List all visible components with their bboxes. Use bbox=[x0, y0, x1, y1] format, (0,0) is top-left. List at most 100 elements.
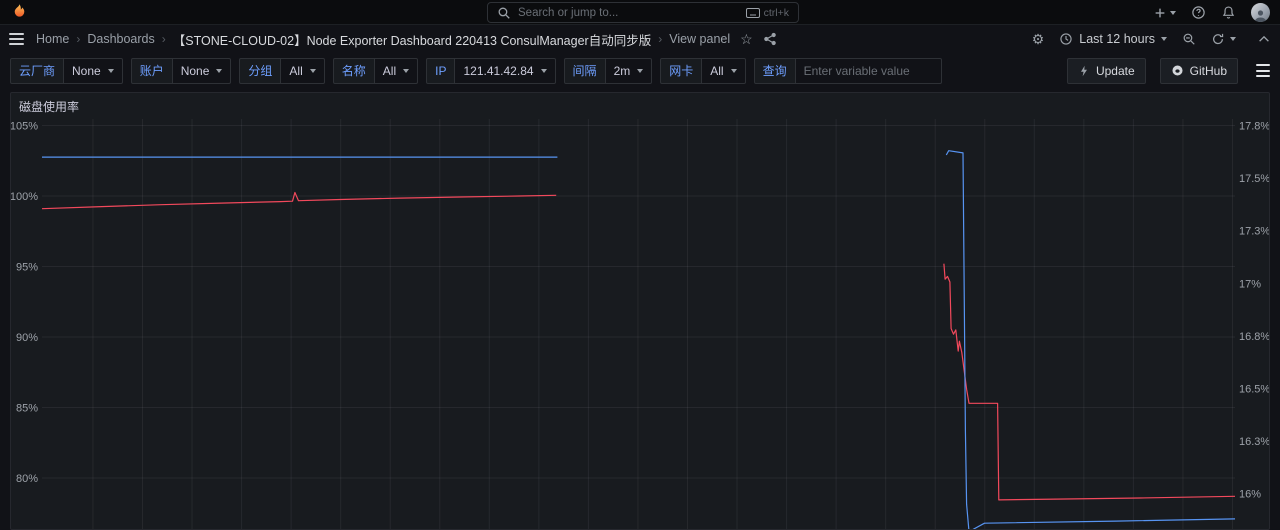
svg-text:95%: 95% bbox=[16, 262, 38, 274]
variable-value: None bbox=[72, 63, 101, 78]
dashboard-actions: ☆ bbox=[740, 32, 777, 46]
user-avatar[interactable] bbox=[1251, 3, 1270, 22]
breadcrumb-item-home[interactable]: Home bbox=[36, 32, 69, 46]
breadcrumb-item-view-panel: View panel bbox=[669, 32, 731, 46]
variable-interval: 间隔 2m bbox=[563, 57, 653, 84]
svg-text:90%: 90% bbox=[16, 332, 38, 344]
variable-value-dropdown[interactable]: None bbox=[64, 57, 123, 84]
refresh-icon bbox=[1211, 32, 1225, 46]
variable-value: 2m bbox=[613, 63, 631, 78]
keyboard-icon bbox=[745, 7, 760, 18]
variable-label: 间隔 bbox=[563, 57, 606, 84]
top-nav-actions bbox=[1153, 0, 1270, 25]
toolbar-right: ⚙ Last 12 hours bbox=[1032, 32, 1271, 46]
variable-value: All bbox=[289, 63, 303, 78]
variable-value-dropdown[interactable]: None bbox=[172, 57, 232, 84]
variable-network-card: 网卡 All bbox=[660, 57, 746, 84]
top-nav-bar: ctrl+k bbox=[0, 0, 1280, 25]
variable-value-dropdown[interactable]: All bbox=[281, 57, 325, 84]
svg-text:16%: 16% bbox=[1239, 489, 1261, 501]
refresh-interval-caret-icon[interactable] bbox=[1230, 37, 1236, 41]
svg-text:85%: 85% bbox=[16, 403, 38, 415]
timeseries-chart[interactable]: 105% 100% 95% 90% 85% 80% 17.8% 17.5% 17.3% 17% 16… bbox=[11, 93, 1269, 529]
dashboard-settings-gear-icon[interactable]: ⚙ bbox=[1032, 32, 1045, 46]
template-variables-bar: 云厂商 None 账户 None 分组 All 名称 All IP 121.41… bbox=[0, 57, 1280, 84]
search-shortcut: ctrl+k bbox=[745, 6, 789, 19]
variable-value: All bbox=[710, 63, 724, 78]
variable-label: 网卡 bbox=[660, 57, 703, 84]
svg-text:16.5%: 16.5% bbox=[1239, 384, 1269, 396]
variable-cloud-vendor: 云厂商 None bbox=[10, 57, 123, 84]
share-icon[interactable] bbox=[763, 32, 777, 46]
svg-text:16.8%: 16.8% bbox=[1239, 331, 1269, 343]
chevron-right-icon: › bbox=[658, 32, 663, 46]
caret-down-icon bbox=[637, 68, 644, 73]
variable-label: 账户 bbox=[130, 57, 173, 84]
mega-menu-toggle[interactable] bbox=[9, 33, 24, 45]
variable-value: None bbox=[180, 63, 210, 78]
variable-ip: IP 121.41.42.84 bbox=[426, 57, 556, 84]
caret-down-icon bbox=[107, 68, 114, 73]
variable-label: 名称 bbox=[332, 57, 375, 84]
refresh-button[interactable] bbox=[1211, 32, 1236, 46]
shortcut-label: ctrl+k bbox=[763, 6, 789, 19]
breadcrumb-item-dashboards[interactable]: Dashboards bbox=[87, 32, 154, 46]
svg-text:105%: 105% bbox=[11, 121, 38, 133]
overflow-menu-icon[interactable] bbox=[1256, 64, 1270, 77]
panel-title[interactable]: 磁盘使用率 bbox=[19, 98, 79, 115]
variable-label: IP bbox=[426, 57, 456, 84]
caret-down-icon bbox=[309, 68, 316, 73]
variable-value: 121.41.42.84 bbox=[463, 63, 534, 78]
zoom-out-icon[interactable] bbox=[1182, 32, 1196, 46]
collapse-chevron-up-icon[interactable] bbox=[1257, 32, 1271, 46]
variable-value-dropdown[interactable]: 121.41.42.84 bbox=[455, 57, 556, 84]
dashboard-toolbar: Home › Dashboards › 【STONE-CLOUD-02】Node… bbox=[0, 25, 1280, 53]
variable-name: 名称 All bbox=[332, 57, 419, 84]
variable-value-dropdown[interactable]: 2m bbox=[605, 57, 653, 84]
update-button[interactable]: Update bbox=[1066, 57, 1146, 84]
search-input[interactable] bbox=[518, 6, 739, 19]
grafana-logo[interactable] bbox=[10, 3, 28, 21]
lightning-icon bbox=[1078, 64, 1090, 78]
github-label: GitHub bbox=[1189, 63, 1227, 78]
svg-text:17.3%: 17.3% bbox=[1239, 226, 1269, 238]
svg-text:17%: 17% bbox=[1239, 278, 1261, 290]
svg-text:80%: 80% bbox=[16, 473, 38, 485]
variable-query: 查询 bbox=[753, 57, 942, 84]
varbar-right-actions: Update GitHub bbox=[1066, 57, 1270, 84]
clock-icon bbox=[1059, 32, 1073, 46]
svg-text:17.5%: 17.5% bbox=[1239, 173, 1269, 185]
caret-down-icon bbox=[216, 68, 223, 73]
caret-down-icon bbox=[1170, 10, 1176, 15]
chevron-right-icon: › bbox=[161, 32, 166, 46]
svg-text:16.3%: 16.3% bbox=[1239, 436, 1269, 448]
variable-account: 账户 None bbox=[130, 57, 232, 84]
star-icon[interactable]: ☆ bbox=[740, 32, 753, 46]
variable-label: 云厂商 bbox=[10, 57, 65, 84]
update-label: Update bbox=[1095, 63, 1135, 78]
variable-query-input[interactable] bbox=[795, 57, 942, 84]
variable-group: 分组 All bbox=[239, 57, 325, 84]
variable-label: 分组 bbox=[239, 57, 282, 84]
notifications-bell-icon[interactable] bbox=[1221, 5, 1236, 20]
disk-usage-panel[interactable]: 磁盘使用率 105% 100% 95% 90% 85% 80% 17.8% 17.5% 17.3… bbox=[10, 92, 1270, 530]
new-menu-button[interactable] bbox=[1153, 6, 1176, 20]
plus-icon bbox=[1153, 6, 1167, 20]
breadcrumb-item-dashboard-title[interactable]: 【STONE-CLOUD-02】Node Exporter Dashboard … bbox=[173, 30, 651, 49]
caret-down-icon bbox=[1161, 37, 1167, 41]
help-button[interactable] bbox=[1191, 5, 1206, 20]
variable-value-dropdown[interactable]: All bbox=[702, 57, 746, 84]
global-search[interactable]: ctrl+k bbox=[487, 2, 799, 23]
search-icon bbox=[497, 6, 511, 20]
svg-text:17.8%: 17.8% bbox=[1239, 121, 1269, 133]
caret-down-icon bbox=[730, 68, 737, 73]
variable-label: 查询 bbox=[753, 57, 796, 84]
breadcrumb: Home › Dashboards › 【STONE-CLOUD-02】Node… bbox=[36, 30, 730, 49]
svg-text:100%: 100% bbox=[11, 191, 38, 203]
github-button[interactable]: GitHub bbox=[1159, 57, 1238, 84]
variable-value-dropdown[interactable]: All bbox=[374, 57, 419, 84]
time-range-label: Last 12 hours bbox=[1079, 32, 1155, 46]
time-range-picker[interactable]: Last 12 hours bbox=[1059, 32, 1167, 46]
chevron-right-icon: › bbox=[76, 32, 81, 46]
github-icon bbox=[1171, 64, 1184, 77]
